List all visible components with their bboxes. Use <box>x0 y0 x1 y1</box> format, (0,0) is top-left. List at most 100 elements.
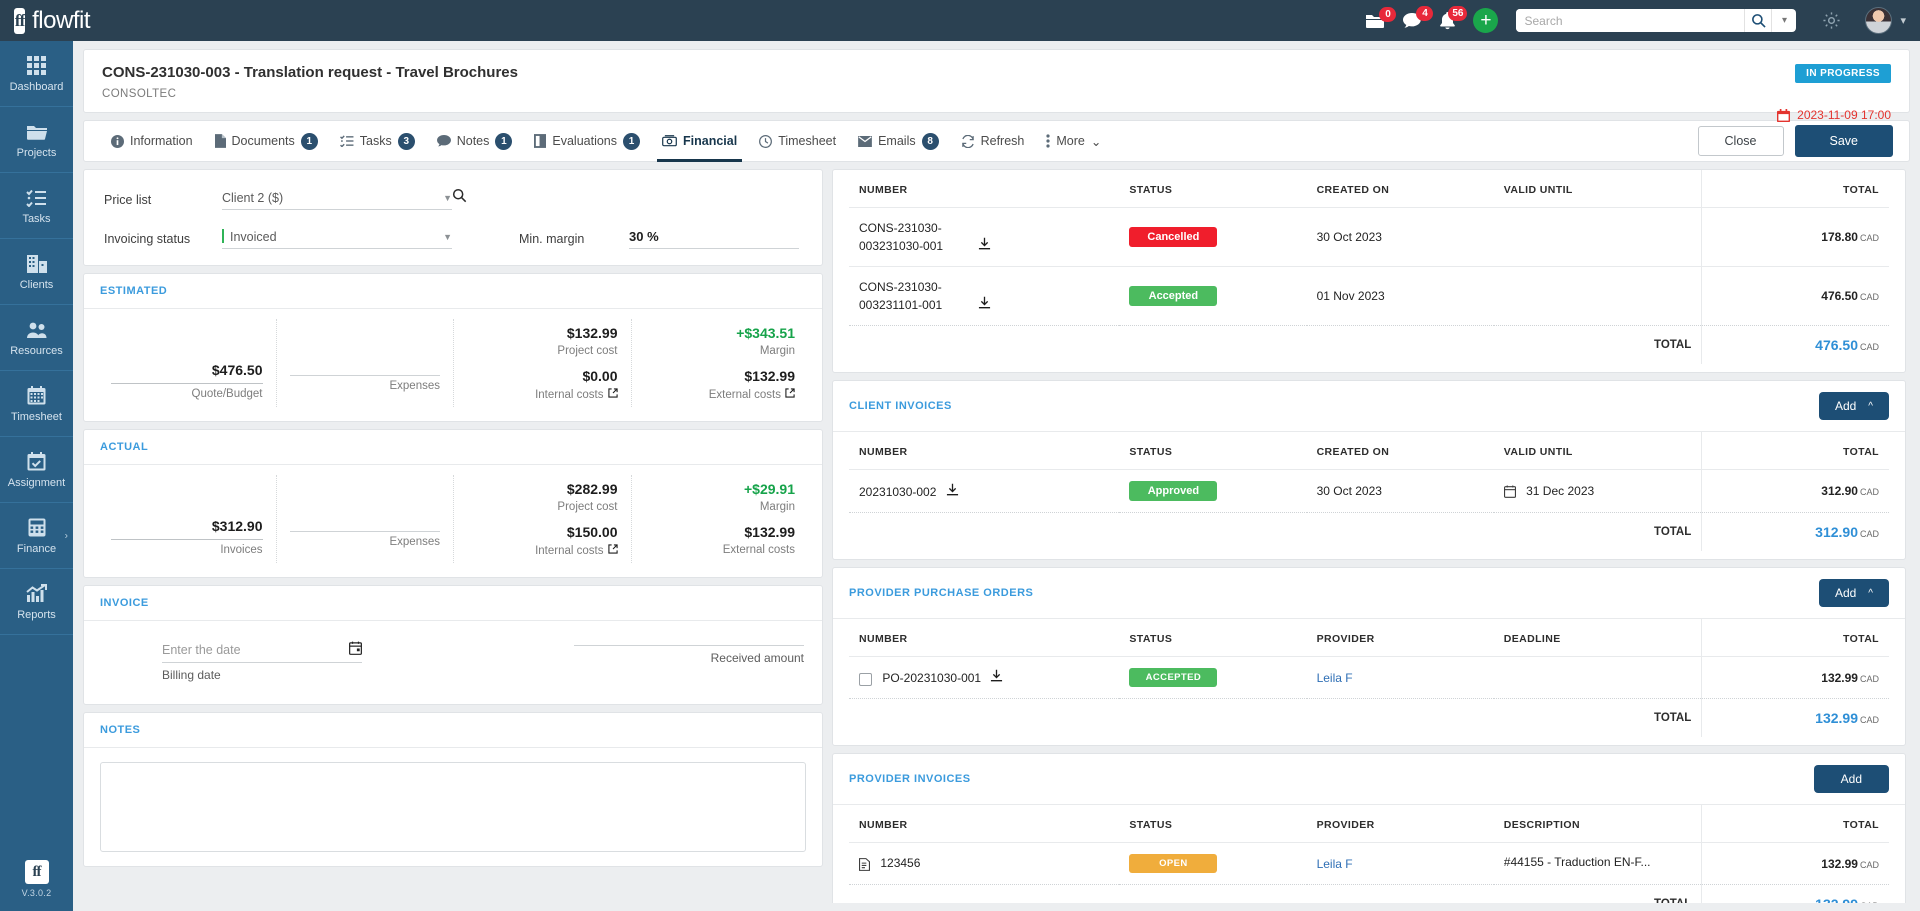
provider-link[interactable]: Leila F <box>1317 857 1353 871</box>
min-margin-label: Min. margin <box>519 232 585 246</box>
invoicing-status-label: Invoicing status <box>104 232 191 246</box>
price-list-search-icon[interactable] <box>452 188 482 210</box>
section-title: ESTIMATED <box>100 285 168 297</box>
tab-timesheet[interactable]: Timesheet <box>748 120 847 162</box>
metric-invoices: $312.90 Invoices <box>98 475 276 563</box>
tab-tasks[interactable]: Tasks 3 <box>329 120 426 162</box>
folder-icon[interactable]: 0 <box>1365 6 1397 29</box>
tab-financial[interactable]: Financial <box>651 120 748 162</box>
quote-number-cell: CONS-231030-003231101-001 <box>849 266 1120 326</box>
user-chevron-down-icon[interactable]: ▾ <box>1900 14 1906 27</box>
purchase-orders-table-wrap: NUMBER STATUS PROVIDER DEADLINE TOTAL PO… <box>833 619 1905 745</box>
table-row[interactable]: PO-20231030-001 ACCEPTED Leila F 132.99 … <box>849 656 1889 699</box>
metric-value: +$29.91 <box>744 481 795 497</box>
tab-more[interactable]: More ⌄ <box>1035 120 1112 162</box>
status-badge: OPEN <box>1129 854 1218 873</box>
calendar-check-icon <box>26 451 48 473</box>
received-amount-input[interactable] <box>574 641 804 646</box>
sidebar-item-resources[interactable]: Resources <box>0 305 73 371</box>
sidebar-item-projects[interactable]: Projects <box>0 107 73 173</box>
notes-textarea[interactable] <box>100 762 806 852</box>
quote-valid-cell <box>1493 207 1702 267</box>
billing-date-placeholder: Enter the date <box>162 642 241 657</box>
tab-emails[interactable]: Emails 8 <box>847 120 950 162</box>
tab-documents[interactable]: Documents 1 <box>204 120 329 162</box>
sidebar-item-tasks[interactable]: Tasks <box>0 173 73 239</box>
row-checkbox[interactable] <box>859 672 872 686</box>
gear-icon[interactable] <box>1822 11 1841 30</box>
min-margin-input[interactable]: 30 % <box>629 229 799 249</box>
tab-notes[interactable]: Notes 1 <box>426 120 524 162</box>
sidebar-item-clients[interactable]: Clients <box>0 239 73 305</box>
total-label: TOTAL <box>1493 512 1702 551</box>
search-input[interactable] <box>1516 9 1745 32</box>
app-logo[interactable]: ff flowfit <box>0 7 90 35</box>
right-column[interactable]: NUMBER STATUS CREATED ON VALID UNTIL TOT… <box>832 169 1910 903</box>
expenses-input[interactable] <box>289 518 440 532</box>
user-menu[interactable]: ▾ <box>1865 7 1906 34</box>
invoicing-status-select[interactable]: Invoiced ▼ <box>222 229 452 249</box>
tab-label: Timesheet <box>778 134 837 148</box>
chart-line-icon <box>26 583 48 605</box>
external-link-icon[interactable] <box>785 388 795 401</box>
column-header: VALID UNTIL <box>1503 184 1573 196</box>
column-header: STATUS <box>1129 446 1173 458</box>
add-purchase-order-button[interactable]: Add ^ <box>1818 579 1889 607</box>
provider-invoice-provider-cell: Leila F <box>1306 842 1494 885</box>
download-icon[interactable] <box>978 237 991 253</box>
tab-refresh[interactable]: Refresh <box>950 120 1036 162</box>
sidebar-item-timesheet[interactable]: Timesheet <box>0 371 73 437</box>
table-row[interactable]: CONS-231030-003231030-001 Cancelled 30 O… <box>849 207 1889 267</box>
chevron-down-icon: ⌄ <box>1090 134 1102 149</box>
add-button[interactable]: + <box>1473 8 1499 33</box>
spacer-cell <box>1306 698 1494 737</box>
add-client-invoice-button[interactable]: Add ^ <box>1818 392 1889 420</box>
spacer-cell <box>849 512 1120 551</box>
bell-icon[interactable]: 56 <box>1439 5 1468 30</box>
column-header: DEADLINE <box>1503 633 1561 645</box>
chevron-right-icon[interactable]: › <box>65 530 68 541</box>
close-button[interactable]: Close <box>1697 126 1784 156</box>
add-provider-invoice-button[interactable]: Add <box>1813 765 1889 793</box>
provider-link[interactable]: Leila F <box>1317 671 1353 685</box>
table-row[interactable]: 20231030-002 Approved 30 Oct 2023 31 Dec… <box>849 469 1889 513</box>
table-row[interactable]: CONS-231030-003231101-001 Accepted 01 No… <box>849 266 1889 326</box>
column-header: STATUS <box>1129 633 1173 645</box>
column-header: STATUS <box>1129 819 1173 831</box>
search-dropdown-chevron-down-icon[interactable]: ▾ <box>1771 9 1796 32</box>
quote-number: CONS-231030-003231030-001 <box>859 221 944 253</box>
expenses-input[interactable] <box>289 362 440 376</box>
chat-icon[interactable]: 4 <box>1402 6 1434 29</box>
status-badge: Accepted <box>1129 286 1218 306</box>
sidebar-item-dashboard[interactable]: Dashboard <box>0 41 73 107</box>
status-badge: Cancelled <box>1129 227 1218 247</box>
sidebar-item-label: Projects <box>16 146 57 159</box>
download-icon[interactable] <box>946 483 959 499</box>
tab-evaluations[interactable]: Evaluations 1 <box>523 120 651 162</box>
metric-value: $0.00 <box>582 368 618 384</box>
external-link-icon[interactable] <box>607 388 618 401</box>
tab-information[interactable]: Information <box>100 120 204 162</box>
download-icon[interactable] <box>990 670 1003 685</box>
provider-invoices-table-wrap: NUMBER STATUS PROVIDER DESCRIPTION TOTAL <box>833 805 1905 903</box>
billing-date-input[interactable]: Enter the date <box>162 641 362 663</box>
search-icon[interactable] <box>1744 9 1771 32</box>
total-value-cell: 312.90 CAD <box>1701 512 1889 551</box>
price-list-select[interactable]: Client 2 ($) ▼ <box>222 191 452 210</box>
invoice-total-cell: 312.90 CAD <box>1701 469 1889 513</box>
external-link-icon[interactable] <box>607 544 618 557</box>
logo-mark-icon: ff <box>24 860 49 884</box>
calendar-icon[interactable] <box>349 641 362 658</box>
sidebar-item-reports[interactable]: Reports <box>0 569 73 635</box>
avatar[interactable] <box>1865 7 1893 34</box>
metric-label: Invoices <box>220 544 263 556</box>
purchase-orders-header: PROVIDER PURCHASE ORDERS Add ^ <box>833 568 1905 619</box>
tab-label: Notes <box>456 134 490 148</box>
sidebar-item-finance[interactable]: Finance › <box>0 503 73 569</box>
sidebar-item-assignment[interactable]: Assignment <box>0 437 73 503</box>
section-title: INVOICE <box>100 597 149 609</box>
po-deadline-cell <box>1493 656 1702 699</box>
download-icon[interactable] <box>978 296 991 312</box>
save-button[interactable]: Save <box>1794 125 1893 157</box>
table-row[interactable]: 123456 OPEN Leila F #44155 - Traduction … <box>849 842 1889 885</box>
